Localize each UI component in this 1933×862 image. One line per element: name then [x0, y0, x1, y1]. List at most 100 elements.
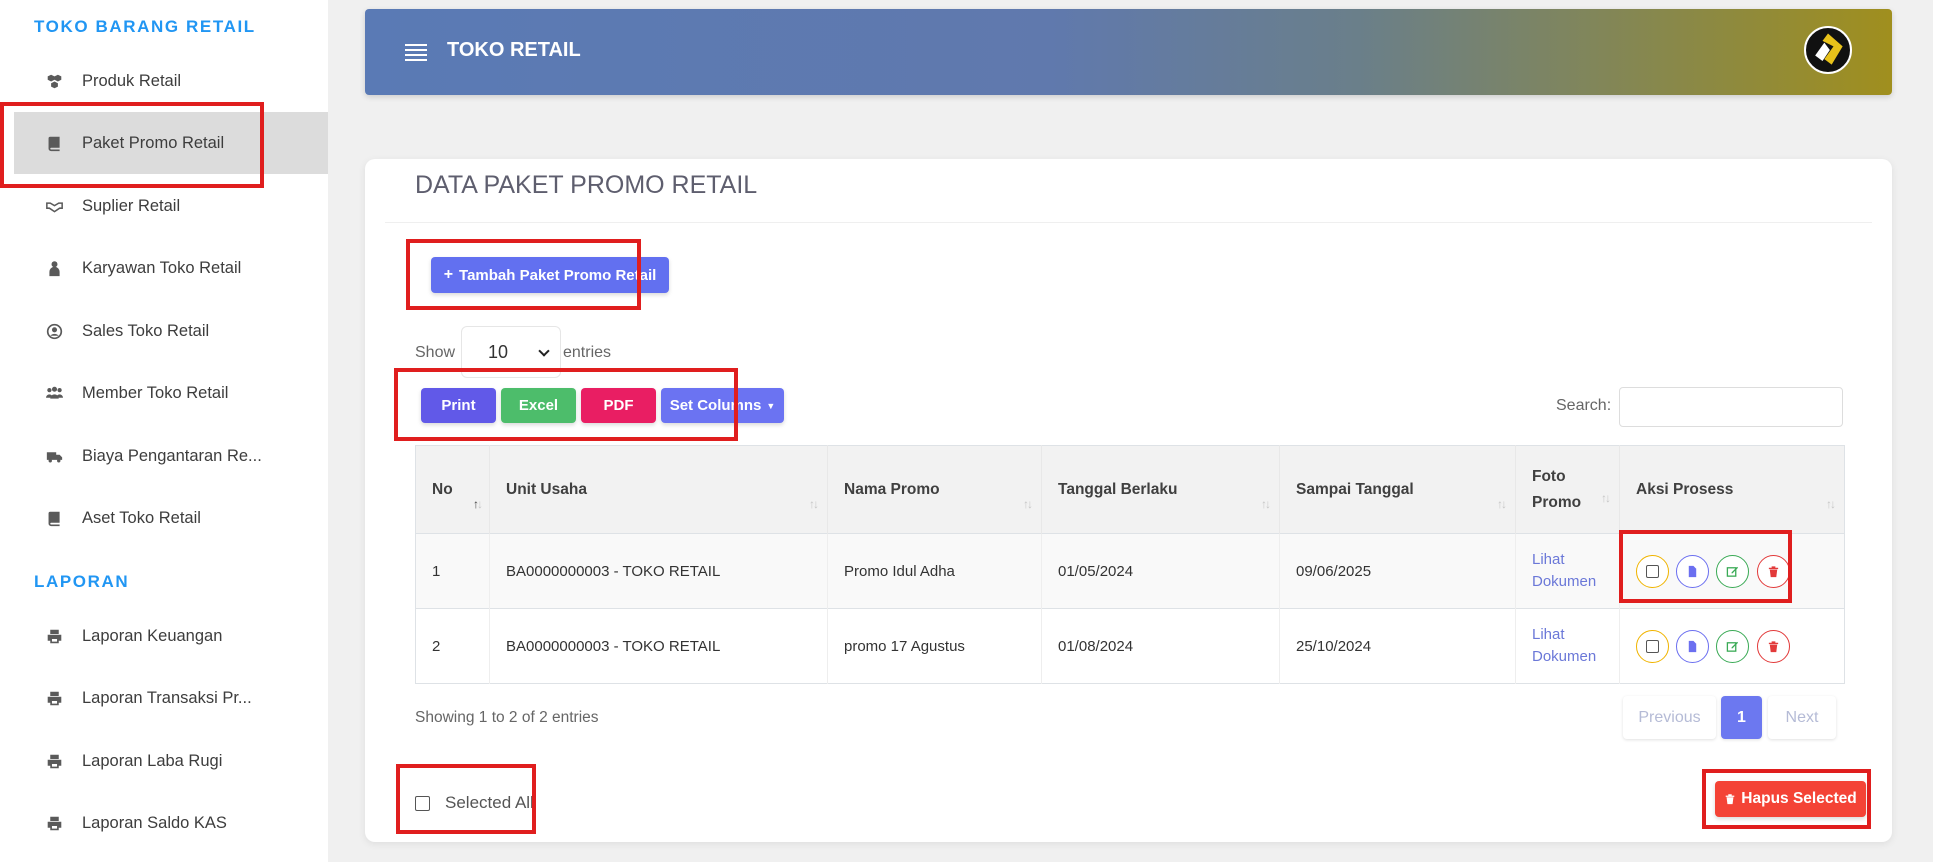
pagination-page-1[interactable]: 1 — [1721, 696, 1762, 739]
lihat-dokumen-link[interactable]: Lihat Dokumen — [1532, 549, 1603, 593]
sidebar-item-label: Laporan Transaksi Pr... — [82, 688, 252, 707]
cell-tanggal-berlaku: 01/08/2024 — [1041, 608, 1280, 684]
column-header-label: Nama Promo — [844, 480, 940, 498]
sidebar-item-member-toko-retail[interactable]: Member Toko Retail — [14, 362, 328, 424]
view-document-button[interactable] — [1676, 629, 1710, 663]
column-header-nama-promo[interactable]: Nama Promo ↑↓ — [827, 445, 1042, 534]
column-header-foto-promo[interactable]: Foto Promo ↑↓ — [1515, 445, 1620, 534]
header-title: TOKO RETAIL — [447, 39, 581, 61]
column-header-unit-usaha[interactable]: Unit Usaha ↑↓ — [489, 445, 828, 534]
sort-icon: ↑↓ — [809, 497, 819, 511]
lihat-dokumen-link[interactable]: Lihat Dokumen — [1532, 624, 1603, 668]
column-header-label: Tanggal Berlaku — [1058, 480, 1178, 498]
sidebar-item-label: Biaya Pengantaran Re... — [82, 446, 262, 465]
link-line: Dokumen — [1532, 573, 1597, 590]
link-line: Lihat — [1532, 626, 1565, 643]
cell-foto-promo: Lihat Dokumen — [1515, 608, 1620, 684]
column-header-sampai-tanggal[interactable]: Sampai Tanggal ↑↓ — [1279, 445, 1516, 534]
cell-no: 1 — [415, 533, 490, 609]
row-select-checkbox[interactable] — [1636, 629, 1669, 663]
truck-icon — [44, 446, 64, 466]
sidebar-item-laporan-transaksi[interactable]: Laporan Transaksi Pr... — [14, 667, 328, 729]
highlight-box — [396, 764, 536, 834]
column-header-label: No — [432, 480, 453, 498]
show-label: Show — [415, 344, 456, 361]
sidebar-section-laporan: LAPORAN — [34, 572, 130, 591]
sort-icon: ↑↓ — [1826, 497, 1836, 511]
sort-icon: ↑↓ — [1261, 497, 1271, 511]
page-title: DATA PAKET PROMO RETAIL — [415, 171, 758, 199]
cell-nama-promo: promo 17 Agustus — [827, 608, 1042, 684]
top-header: TOKO RETAIL — [365, 9, 1892, 95]
pagination-next[interactable]: Next — [1768, 696, 1836, 739]
entries-label: entries — [563, 344, 612, 361]
sidebar-section-main: TOKO BARANG RETAIL — [34, 17, 256, 36]
caret-down-icon: ▼ — [766, 400, 776, 411]
sidebar-item-laporan-keuangan[interactable]: Laporan Keuangan — [14, 605, 328, 667]
sort-icon: ↑↓ — [473, 497, 483, 511]
users-icon — [44, 383, 64, 403]
highlight-box — [406, 239, 641, 310]
highlight-box — [1619, 530, 1792, 603]
edit-button[interactable] — [1716, 629, 1750, 663]
print-icon — [44, 751, 64, 771]
sidebar-item-label: Aset Toko Retail — [82, 508, 201, 527]
file-icon — [1688, 640, 1697, 652]
sidebar-item-label: Suplier Retail — [82, 196, 181, 215]
cell-sampai-tanggal: 25/10/2024 — [1279, 608, 1516, 684]
sidebar-item-laporan-saldo-kas[interactable]: Laporan Saldo KAS — [14, 792, 328, 854]
pagination-previous[interactable]: Previous — [1623, 696, 1716, 739]
sidebar-item-biaya-pengantaran[interactable]: Biaya Pengantaran Re... — [14, 425, 328, 487]
table-row: 2 BA0000000003 - TOKO RETAIL promo 17 Ag… — [415, 608, 1845, 684]
cell-foto-promo: Lihat Dokumen — [1515, 533, 1620, 609]
hamburger-menu-icon[interactable] — [405, 44, 427, 62]
highlight-box — [394, 368, 738, 441]
handshake-icon — [44, 196, 64, 216]
brand-logo[interactable] — [1804, 26, 1852, 74]
sidebar-item-karyawan-toko-retail[interactable]: Karyawan Toko Retail — [14, 237, 328, 299]
column-header-label: Aksi Prosess — [1636, 480, 1734, 498]
cell-sampai-tanggal: 09/06/2025 — [1279, 533, 1516, 609]
edit-icon — [1727, 641, 1739, 652]
sidebar-item-sales-toko-retail[interactable]: Sales Toko Retail — [14, 300, 328, 362]
cell-tanggal-berlaku: 01/05/2024 — [1041, 533, 1280, 609]
column-header-no[interactable]: No ↑↓ — [415, 445, 490, 534]
trash-icon — [1768, 640, 1778, 652]
print-icon — [44, 688, 64, 708]
cubes-icon — [44, 71, 64, 91]
sidebar-item-label: Laporan Laba Rugi — [82, 751, 223, 770]
sidebar-item-label: Laporan Saldo KAS — [82, 813, 227, 832]
sidebar-item-label: Karyawan Toko Retail — [82, 258, 242, 277]
user-tie-icon — [44, 258, 64, 278]
column-header-label: Sampai Tanggal — [1296, 480, 1414, 498]
column-header-tanggal-berlaku[interactable]: Tanggal Berlaku ↑↓ — [1041, 445, 1280, 534]
cell-unit-usaha: BA0000000003 - TOKO RETAIL — [489, 608, 828, 684]
column-header-aksi-prosess[interactable]: Aksi Prosess ↑↓ — [1619, 445, 1845, 534]
print-icon — [44, 626, 64, 646]
chevron-down-icon — [538, 345, 550, 357]
sort-icon: ↑↓ — [1023, 497, 1033, 511]
delete-button[interactable] — [1756, 629, 1790, 663]
sidebar-item-laporan-laba-rugi[interactable]: Laporan Laba Rugi — [14, 730, 328, 792]
user-circle-icon — [44, 321, 64, 341]
cell-no: 2 — [415, 608, 490, 684]
column-header-label: Foto Promo — [1532, 467, 1582, 511]
entries-value: 10 — [488, 341, 509, 362]
cell-unit-usaha: BA0000000003 - TOKO RETAIL — [489, 533, 828, 609]
divider — [385, 222, 1872, 223]
sort-icon: ↑↓ — [1497, 497, 1507, 511]
sort-icon: ↑↓ — [1601, 491, 1611, 505]
cell-actions — [1619, 608, 1845, 684]
column-header-label: Unit Usaha — [506, 480, 587, 498]
sidebar-item-aset-toko-retail[interactable]: Aset Toko Retail — [14, 487, 328, 549]
search-label: Search: — [1556, 397, 1612, 414]
sidebar: TOKO BARANG RETAIL Produk Retail Paket P… — [0, 0, 328, 862]
print-icon — [44, 813, 64, 833]
search-input[interactable] — [1619, 387, 1843, 427]
link-line: Lihat — [1532, 551, 1565, 568]
sidebar-item-label: Member Toko Retail — [82, 383, 229, 402]
highlight-box — [0, 102, 264, 188]
table-info: Showing 1 to 2 of 2 entries — [415, 709, 599, 726]
main-card: DATA PAKET PROMO RETAIL + Tambah Paket P… — [365, 159, 1892, 842]
cell-nama-promo: Promo Idul Adha — [827, 533, 1042, 609]
